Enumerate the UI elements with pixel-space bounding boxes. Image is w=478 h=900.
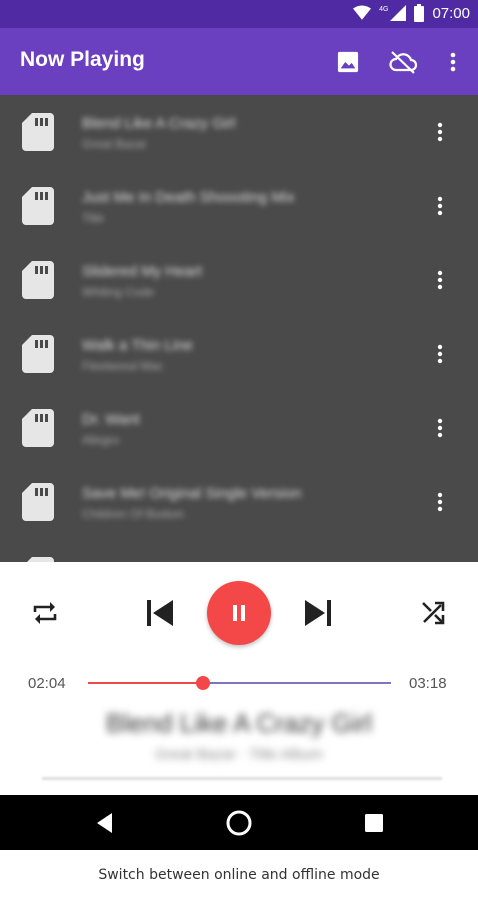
- app-bar: Now Playing: [0, 28, 478, 95]
- divider: [42, 777, 442, 780]
- page-title: Now Playing: [20, 48, 145, 71]
- track-title: Walk a Thin Line: [82, 337, 193, 354]
- track-title: Slidered My Heart: [82, 263, 203, 280]
- home-circle-icon: [226, 810, 252, 836]
- overflow-menu-button[interactable]: [437, 46, 469, 78]
- now-playing-subtitle: Great Bazar · Title Album: [155, 746, 323, 763]
- track-artist: Fleetwood Mac: [82, 359, 164, 373]
- track-artist: Allegro: [82, 433, 120, 447]
- track-menu-button[interactable]: [428, 487, 452, 517]
- signal-icon: [390, 5, 407, 21]
- sd-card-icon: [22, 113, 54, 151]
- sd-card-icon: [22, 409, 54, 447]
- list-item[interactable]: Slidered My Heart Whiting Code: [0, 243, 478, 317]
- track-menu-button[interactable]: [428, 339, 452, 369]
- total-duration: 03:18: [409, 675, 447, 692]
- track-artist: Title: [82, 211, 105, 225]
- seek-bar-thumb[interactable]: [196, 676, 211, 690]
- elapsed-time: 02:04: [28, 675, 66, 692]
- nav-back-button[interactable]: [87, 805, 123, 841]
- track-artist: Whiting Code: [82, 285, 155, 299]
- more-vert-icon: [437, 344, 443, 364]
- track-menu-button[interactable]: [428, 117, 452, 147]
- network-type-label: 4G: [379, 5, 389, 13]
- track-title: Blend Like A Crazy Girl: [82, 115, 236, 132]
- image-button[interactable]: [332, 46, 364, 78]
- more-vert-icon: [437, 492, 443, 512]
- player-panel: 02:04 03:18 Blend Like A Crazy Girl Grea…: [0, 562, 478, 795]
- back-triangle-icon: [97, 813, 112, 833]
- recents-square-icon: [365, 814, 383, 832]
- system-nav-bar: [0, 795, 478, 850]
- more-vert-icon: [437, 270, 443, 290]
- sd-card-icon: [22, 335, 54, 373]
- nav-home-button[interactable]: [221, 805, 257, 841]
- more-vert-icon: [437, 122, 443, 142]
- status-bar: 4G 07:00: [0, 0, 478, 28]
- list-item[interactable]: Dr. Want Allegro: [0, 391, 478, 465]
- more-vert-icon: [437, 196, 443, 216]
- offline-mode-toggle[interactable]: [387, 46, 419, 78]
- track-menu-button[interactable]: [428, 265, 452, 295]
- seek-bar[interactable]: [88, 676, 391, 690]
- more-vert-icon: [450, 52, 456, 72]
- play-pause-button[interactable]: [207, 581, 271, 645]
- cloud-off-icon: [389, 51, 418, 74]
- track-title: Save Me! Original Single Version: [82, 485, 302, 502]
- list-item[interactable]: Save Me! Original Single Version Childre…: [0, 465, 478, 539]
- battery-icon: [414, 4, 425, 22]
- track-title: Just Me In Death Shoooting Mix: [82, 189, 295, 206]
- sd-card-icon: [22, 261, 54, 299]
- next-button[interactable]: [300, 596, 336, 630]
- list-item[interactable]: Just Me In Death Shoooting Mix Title: [0, 169, 478, 243]
- sd-card-icon: [22, 187, 54, 225]
- track-artist: Great Bazar: [82, 137, 147, 151]
- more-vert-icon: [437, 418, 443, 438]
- track-menu-button[interactable]: [428, 413, 452, 443]
- repeat-button[interactable]: [28, 598, 62, 628]
- now-playing-title: Blend Like A Crazy Girl: [106, 708, 372, 738]
- list-item[interactable]: Blend Like A Crazy Girl Great Bazar: [0, 95, 478, 169]
- track-menu-button[interactable]: [428, 191, 452, 221]
- skip-previous-icon: [147, 600, 173, 626]
- wifi-icon: [353, 5, 372, 20]
- shuffle-button[interactable]: [416, 598, 450, 628]
- list-item[interactable]: Walk a Thin Line Fleetwood Mac: [0, 317, 478, 391]
- caption-text: Switch between online and offline mode: [0, 850, 478, 900]
- previous-button[interactable]: [142, 596, 178, 630]
- list-item-partial[interactable]: [0, 539, 478, 562]
- track-artist: Children Of Bodom: [82, 507, 185, 521]
- shuffle-icon: [422, 601, 445, 625]
- playlist: Blend Like A Crazy Girl Great Bazar Just…: [0, 95, 478, 562]
- clock: 07:00: [432, 4, 470, 22]
- image-icon: [337, 51, 359, 73]
- skip-next-icon: [305, 600, 331, 626]
- track-title: Dr. Want: [82, 411, 140, 428]
- seek-bar-progress: [88, 682, 204, 684]
- nav-recents-button[interactable]: [356, 805, 392, 841]
- repeat-icon: [33, 602, 57, 624]
- sd-card-icon: [22, 483, 54, 521]
- pause-icon: [233, 605, 245, 621]
